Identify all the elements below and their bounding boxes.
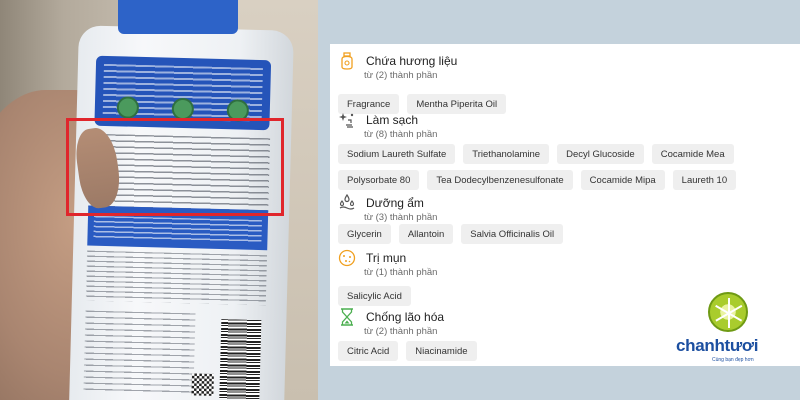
logo-tagline: Cùng bạn đẹp hơn	[712, 357, 754, 363]
ingredient-tag[interactable]: Cocamide Mea	[651, 144, 734, 164]
section-title: Trị mụn	[366, 251, 407, 265]
fragrance-bottle-icon	[338, 52, 356, 70]
ingredient-tag[interactable]: Tea Dodecylbenzenesulfonate	[427, 170, 573, 190]
tag-list: Sodium Laureth Sulfate Triethanolamine D…	[338, 144, 798, 190]
ingredient-tag[interactable]: Niacinamide	[406, 341, 477, 361]
ingredient-tag[interactable]: Mentha Piperita Oil	[407, 94, 507, 114]
section-title: Chứa hương liệu	[366, 54, 458, 68]
section-subtitle: từ (1) thành phần	[364, 267, 438, 278]
bottle-fine-print	[85, 250, 268, 306]
lemon-icon	[708, 292, 748, 332]
logo-wordmark: chanhtươi	[676, 336, 759, 355]
section-subtitle: từ (3) thành phần	[364, 212, 438, 223]
ingredient-tag[interactable]: Glycerin	[338, 224, 391, 244]
section-subtitle: từ (8) thành phần	[364, 129, 438, 140]
section-subtitle: từ (2) thành phần	[364, 326, 438, 337]
brand-logo: chanhtươi Cùng bạn đẹp hơn	[676, 292, 776, 382]
section-subtitle: từ (2) thành phần	[364, 70, 438, 81]
ingredient-tag[interactable]: Cocamide Mipa	[580, 170, 665, 190]
barcode	[219, 319, 262, 400]
ingredient-tag[interactable]: Laureth 10	[672, 170, 737, 190]
ingredient-tag[interactable]: Sodium Laureth Sulfate	[338, 144, 456, 164]
ingredient-tag[interactable]: Salvia Officinalis Oil	[461, 224, 564, 244]
bottle-cap	[118, 0, 238, 34]
ingredients-highlight-box	[66, 118, 284, 216]
section-title: Chống lão hóa	[366, 310, 445, 324]
bottle-manufacturer-print	[83, 310, 196, 394]
ingredient-tag[interactable]: Polysorbate 80	[338, 170, 420, 190]
ingredient-tag[interactable]: Allantoin	[398, 224, 454, 244]
moisture-drops-icon	[338, 194, 356, 212]
product-photo: MOISTURIZING REVITALISING SCALP CARE	[0, 0, 318, 400]
section-title: Dưỡng ẩm	[366, 196, 424, 210]
ingredient-tag[interactable]: Decyl Glucoside	[557, 144, 644, 164]
ingredient-tag[interactable]: Triethanolamine	[463, 144, 550, 164]
acne-face-icon	[338, 249, 356, 267]
cleansing-sparkle-icon	[338, 111, 356, 129]
ingredient-tag[interactable]: Citric Acid	[338, 341, 399, 361]
tag-list: Glycerin Allantoin Salvia Officinalis Oi…	[338, 224, 798, 244]
qr-code	[191, 373, 214, 396]
section-title: Làm sạch	[366, 113, 419, 127]
hourglass-icon	[338, 308, 356, 326]
ingredient-tag[interactable]: Salicylic Acid	[338, 286, 411, 306]
